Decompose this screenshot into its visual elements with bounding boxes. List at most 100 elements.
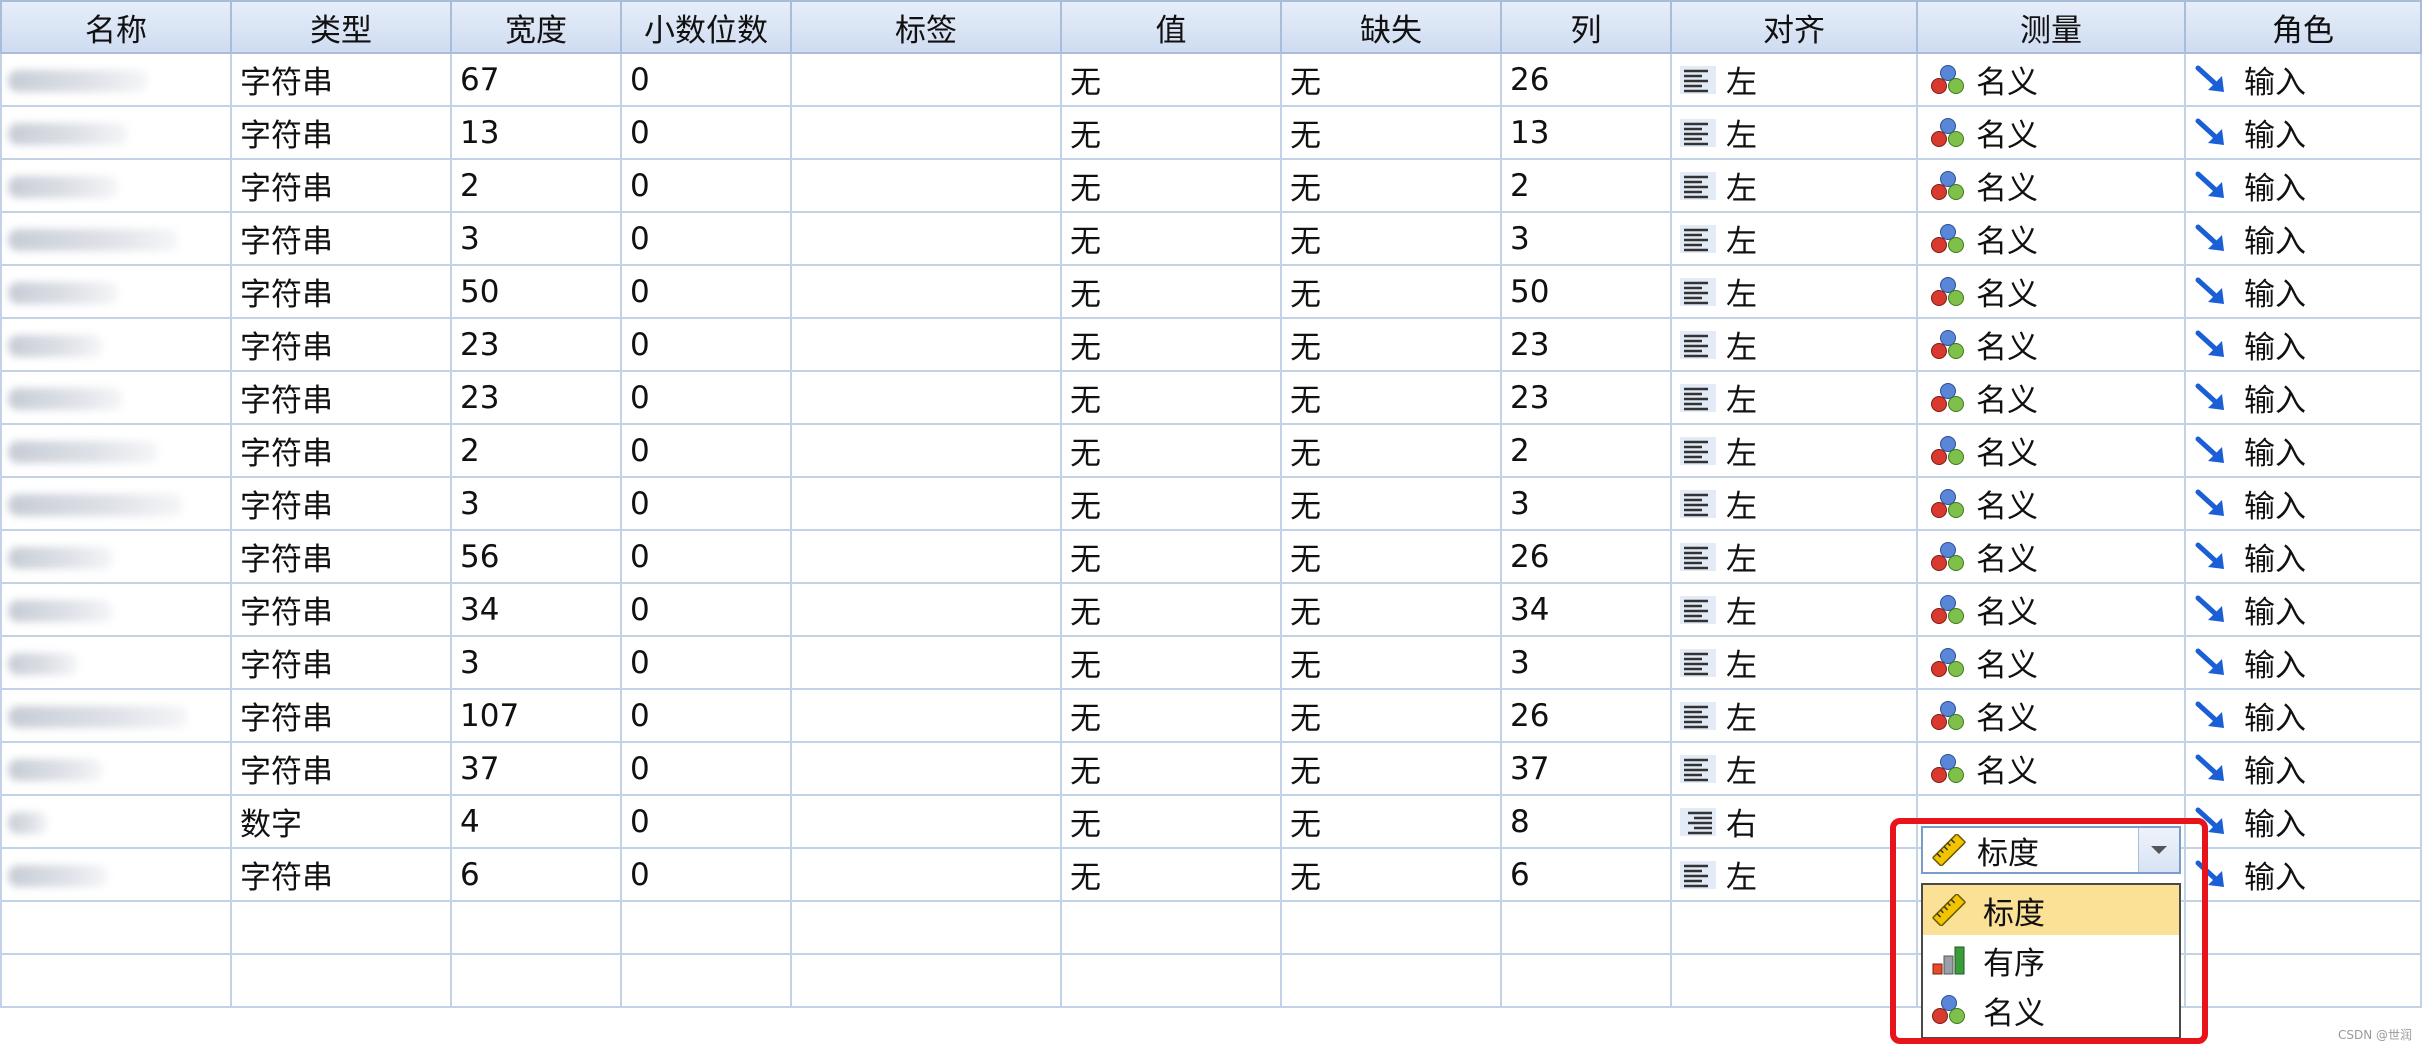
cell-width[interactable]: 3: [450, 211, 622, 266]
cell-type[interactable]: 字符串: [230, 688, 452, 743]
cell-columns[interactable]: 23: [1500, 317, 1672, 372]
cell-measure[interactable]: 名义: [1916, 105, 2186, 160]
cell-type[interactable]: 字符串: [230, 741, 452, 796]
cell-name[interactable]: [0, 52, 232, 107]
cell-decimals[interactable]: 0: [620, 370, 792, 425]
cell-missing[interactable]: 无: [1280, 370, 1502, 425]
empty-cell[interactable]: [620, 900, 792, 955]
cell-decimals[interactable]: 0: [620, 688, 792, 743]
empty-cell[interactable]: [790, 900, 1062, 955]
cell-align[interactable]: 左: [1670, 211, 1918, 266]
cell-columns[interactable]: 26: [1500, 529, 1672, 584]
cell-decimals[interactable]: 0: [620, 582, 792, 637]
cell-name[interactable]: [0, 635, 232, 690]
cell-name[interactable]: [0, 741, 232, 796]
cell-columns[interactable]: 3: [1500, 476, 1672, 531]
cell-missing[interactable]: 无: [1280, 688, 1502, 743]
cell-missing[interactable]: 无: [1280, 158, 1502, 213]
cell-role[interactable]: 输入: [2184, 688, 2422, 743]
cell-width[interactable]: 13: [450, 105, 622, 160]
cell-missing[interactable]: 无: [1280, 476, 1502, 531]
cell-name[interactable]: [0, 211, 232, 266]
cell-align[interactable]: 左: [1670, 105, 1918, 160]
chevron-down-icon[interactable]: [2138, 828, 2179, 872]
cell-missing[interactable]: 无: [1280, 52, 1502, 107]
cell-role[interactable]: 输入: [2184, 635, 2422, 690]
cell-label[interactable]: [790, 794, 1062, 849]
cell-values[interactable]: 无: [1060, 794, 1282, 849]
cell-label[interactable]: [790, 317, 1062, 372]
cell-role[interactable]: 输入: [2184, 264, 2422, 319]
cell-decimals[interactable]: 0: [620, 158, 792, 213]
header-type[interactable]: 类型: [230, 0, 452, 54]
measure-combobox[interactable]: 标度: [1921, 826, 2181, 874]
empty-cell[interactable]: [230, 900, 452, 955]
header-role[interactable]: 角色: [2184, 0, 2422, 54]
cell-decimals[interactable]: 0: [620, 741, 792, 796]
empty-cell[interactable]: [0, 900, 232, 955]
measure-option-nominal[interactable]: 名义: [1923, 985, 2179, 1035]
cell-role[interactable]: 输入: [2184, 476, 2422, 531]
cell-values[interactable]: 无: [1060, 105, 1282, 160]
cell-decimals[interactable]: 0: [620, 264, 792, 319]
cell-width[interactable]: 6: [450, 847, 622, 902]
cell-align[interactable]: 左: [1670, 423, 1918, 478]
cell-type[interactable]: 字符串: [230, 211, 452, 266]
cell-name[interactable]: [0, 582, 232, 637]
cell-columns[interactable]: 26: [1500, 688, 1672, 743]
cell-values[interactable]: 无: [1060, 582, 1282, 637]
cell-width[interactable]: 23: [450, 317, 622, 372]
empty-cell[interactable]: [1280, 953, 1502, 1008]
cell-name[interactable]: [0, 794, 232, 849]
cell-width[interactable]: 3: [450, 476, 622, 531]
cell-role[interactable]: 输入: [2184, 582, 2422, 637]
empty-cell[interactable]: [1670, 900, 1918, 955]
cell-decimals[interactable]: 0: [620, 52, 792, 107]
empty-cell[interactable]: [230, 953, 452, 1008]
cell-measure[interactable]: 名义: [1916, 317, 2186, 372]
cell-type[interactable]: 字符串: [230, 264, 452, 319]
cell-role[interactable]: 输入: [2184, 211, 2422, 266]
cell-label[interactable]: [790, 529, 1062, 584]
cell-missing[interactable]: 无: [1280, 105, 1502, 160]
cell-decimals[interactable]: 0: [620, 423, 792, 478]
cell-columns[interactable]: 13: [1500, 105, 1672, 160]
cell-label[interactable]: [790, 847, 1062, 902]
cell-values[interactable]: 无: [1060, 264, 1282, 319]
cell-values[interactable]: 无: [1060, 211, 1282, 266]
cell-columns[interactable]: 3: [1500, 635, 1672, 690]
cell-name[interactable]: [0, 423, 232, 478]
cell-label[interactable]: [790, 264, 1062, 319]
cell-width[interactable]: 2: [450, 158, 622, 213]
cell-decimals[interactable]: 0: [620, 211, 792, 266]
cell-label[interactable]: [790, 370, 1062, 425]
cell-decimals[interactable]: 0: [620, 635, 792, 690]
empty-cell[interactable]: [1060, 953, 1282, 1008]
cell-type[interactable]: 数字: [230, 794, 452, 849]
cell-label[interactable]: [790, 105, 1062, 160]
cell-name[interactable]: [0, 370, 232, 425]
cell-columns[interactable]: 2: [1500, 423, 1672, 478]
header-values[interactable]: 值: [1060, 0, 1282, 54]
cell-align[interactable]: 左: [1670, 529, 1918, 584]
cell-missing[interactable]: 无: [1280, 264, 1502, 319]
cell-columns[interactable]: 26: [1500, 52, 1672, 107]
cell-align[interactable]: 左: [1670, 688, 1918, 743]
cell-decimals[interactable]: 0: [620, 794, 792, 849]
cell-missing[interactable]: 无: [1280, 847, 1502, 902]
cell-label[interactable]: [790, 688, 1062, 743]
cell-width[interactable]: 2: [450, 423, 622, 478]
cell-width[interactable]: 37: [450, 741, 622, 796]
cell-decimals[interactable]: 0: [620, 529, 792, 584]
cell-type[interactable]: 字符串: [230, 105, 452, 160]
cell-measure[interactable]: 名义: [1916, 370, 2186, 425]
empty-cell[interactable]: [1500, 953, 1672, 1008]
cell-missing[interactable]: 无: [1280, 635, 1502, 690]
header-width[interactable]: 宽度: [450, 0, 622, 54]
cell-role[interactable]: 输入: [2184, 423, 2422, 478]
cell-measure[interactable]: 名义: [1916, 158, 2186, 213]
cell-label[interactable]: [790, 476, 1062, 531]
cell-align[interactable]: 右: [1670, 794, 1918, 849]
cell-measure[interactable]: 名义: [1916, 741, 2186, 796]
cell-name[interactable]: [0, 688, 232, 743]
